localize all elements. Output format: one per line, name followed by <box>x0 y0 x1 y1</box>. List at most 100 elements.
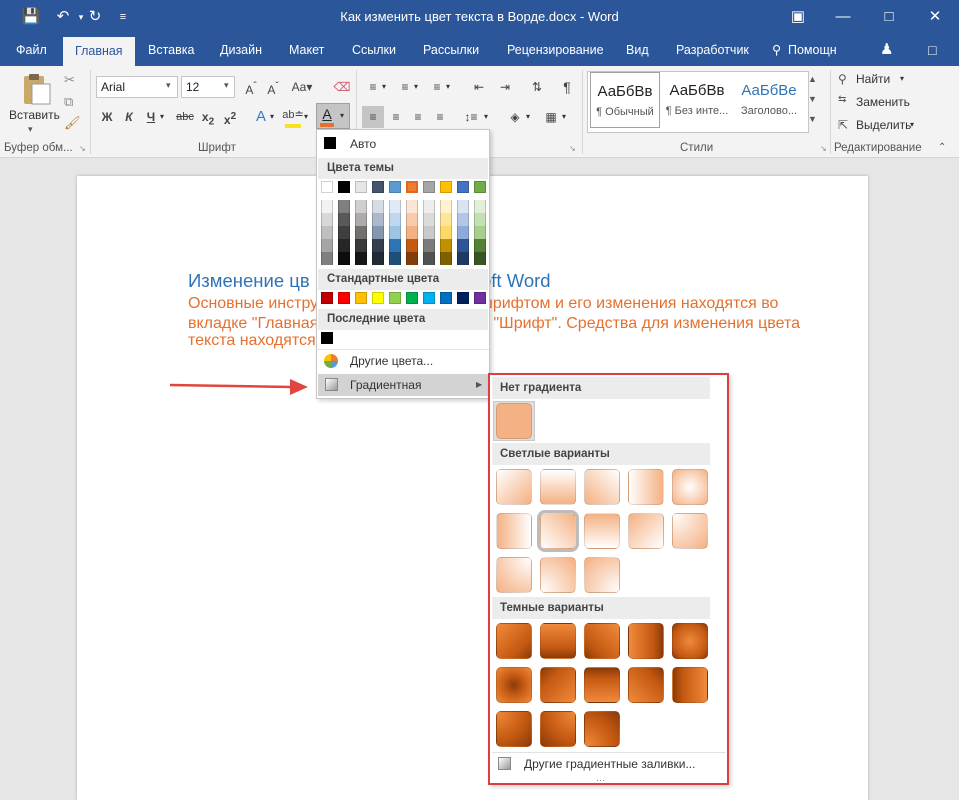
theme-color-swatch[interactable] <box>338 181 350 193</box>
subscript-icon[interactable]: x2 <box>197 106 219 128</box>
theme-shade-swatch[interactable] <box>389 200 401 213</box>
styles-scroll-up-icon[interactable]: ▲ <box>808 74 817 84</box>
theme-color-swatch[interactable] <box>372 181 384 193</box>
text-effects-dropdown-icon[interactable]: ▾ <box>270 112 274 121</box>
borders-dropdown-icon[interactable]: ▾ <box>562 112 566 121</box>
light-gradient-swatch[interactable] <box>584 557 620 593</box>
font-size-dropdown-icon[interactable]: ▾ <box>224 80 229 91</box>
justify-icon[interactable]: ≡ <box>429 106 451 128</box>
theme-shade-swatch[interactable] <box>372 239 384 252</box>
shading-icon[interactable]: ◈ <box>504 106 526 128</box>
light-gradient-swatch[interactable] <box>540 469 576 505</box>
theme-shade-swatch[interactable] <box>423 252 435 265</box>
select-button[interactable]: Выделить <box>856 118 911 132</box>
theme-shade-swatch[interactable] <box>389 226 401 239</box>
theme-shade-swatch[interactable] <box>372 252 384 265</box>
bold-icon[interactable]: Ж <box>96 106 118 128</box>
paste-button[interactable]: Вставить <box>9 108 60 122</box>
theme-shade-swatch[interactable] <box>423 239 435 252</box>
theme-shade-swatch[interactable] <box>474 252 486 265</box>
tab-review[interactable]: Рецензирование <box>507 36 604 66</box>
light-gradient-swatch[interactable] <box>496 557 532 593</box>
paste-dropdown-icon[interactable]: ▾ <box>28 124 33 135</box>
tab-home[interactable]: Главная <box>63 37 135 66</box>
theme-shade-swatch[interactable] <box>321 213 333 226</box>
theme-shade-swatch[interactable] <box>321 252 333 265</box>
theme-shade-swatch[interactable] <box>457 252 469 265</box>
document-line[interactable]: текста находятся <box>188 332 316 350</box>
theme-shade-swatch[interactable] <box>355 213 367 226</box>
paragraph-launcher-icon[interactable]: ↘ <box>569 144 576 153</box>
theme-shade-swatch[interactable] <box>355 226 367 239</box>
theme-shade-swatch[interactable] <box>372 200 384 213</box>
tab-design[interactable]: Дизайн <box>220 36 262 66</box>
document-line[interactable]: шрифтом и его изменения находятся во <box>480 295 778 313</box>
standard-color-swatch[interactable] <box>321 292 333 304</box>
style-normal[interactable]: АаБбВв ¶ Обычный <box>590 72 660 128</box>
comments-icon[interactable]: □ <box>928 36 936 66</box>
italic-icon[interactable]: К <box>118 106 140 128</box>
align-right-icon[interactable]: ≡ <box>407 106 429 128</box>
standard-color-swatch[interactable] <box>457 292 469 304</box>
find-icon[interactable]: ⚲ <box>838 72 847 86</box>
tab-file[interactable]: Файл <box>16 36 47 66</box>
grow-font-icon[interactable]: Aˆ <box>240 76 262 98</box>
theme-shade-swatch[interactable] <box>355 239 367 252</box>
standard-color-swatch[interactable] <box>355 292 367 304</box>
theme-shade-swatch[interactable] <box>338 252 350 265</box>
more-gradients-item[interactable]: Другие градиентные заливки... <box>498 752 718 776</box>
paste-icon[interactable] <box>16 74 56 106</box>
line-spacing-icon[interactable]: ↕≡ <box>460 106 482 128</box>
dark-gradient-swatch[interactable] <box>540 667 576 703</box>
shading-dropdown-icon[interactable]: ▾ <box>526 112 530 121</box>
standard-color-swatch[interactable] <box>474 292 486 304</box>
clear-formatting-icon[interactable]: ⌫ <box>331 76 353 98</box>
dark-gradient-swatch[interactable] <box>496 711 532 747</box>
underline-dropdown-icon[interactable]: ▾ <box>160 112 164 121</box>
text-effects-icon[interactable]: A <box>250 106 272 128</box>
theme-shade-swatch[interactable] <box>457 200 469 213</box>
more-colors-item[interactable]: Другие цвета... <box>318 350 488 372</box>
gradient-item[interactable]: Градиентная ▶ <box>318 374 488 396</box>
theme-shade-swatch[interactable] <box>406 252 418 265</box>
clipboard-launcher-icon[interactable]: ↘ <box>79 144 86 153</box>
highlight-icon[interactable]: ab≐ <box>282 104 304 126</box>
select-icon[interactable]: ⇱ <box>838 118 848 132</box>
theme-shade-swatch[interactable] <box>372 213 384 226</box>
auto-color-item[interactable] <box>317 131 489 157</box>
theme-shade-swatch[interactable] <box>423 213 435 226</box>
theme-shade-swatch[interactable] <box>389 252 401 265</box>
light-gradient-swatch[interactable] <box>628 513 664 549</box>
theme-color-swatch[interactable] <box>405 180 419 194</box>
dark-gradient-swatch[interactable] <box>540 711 576 747</box>
decrease-indent-icon[interactable]: ⇤ <box>468 76 490 98</box>
minimize-button[interactable]: — <box>828 5 858 29</box>
document-heading-tail[interactable]: oft Word <box>481 270 551 292</box>
dark-gradient-swatch[interactable] <box>672 667 708 703</box>
theme-color-swatch[interactable] <box>321 181 333 193</box>
light-gradient-swatch[interactable] <box>584 513 620 549</box>
theme-shade-swatch[interactable] <box>440 252 452 265</box>
highlight-dropdown-icon[interactable]: ▾ <box>304 112 308 121</box>
styles-scroll-down-icon[interactable]: ▼ <box>808 94 817 104</box>
tab-references[interactable]: Ссылки <box>352 36 396 66</box>
standard-color-swatch[interactable] <box>440 292 452 304</box>
close-button[interactable]: ✕ <box>920 5 950 29</box>
light-gradient-swatch[interactable] <box>672 513 708 549</box>
recent-color-swatch[interactable] <box>321 332 333 344</box>
theme-shade-swatch[interactable] <box>457 239 469 252</box>
strikethrough-icon[interactable]: abc <box>174 106 196 128</box>
theme-color-swatch[interactable] <box>440 181 452 193</box>
light-gradient-swatch[interactable] <box>496 513 532 549</box>
theme-shade-swatch[interactable] <box>474 213 486 226</box>
theme-color-swatch[interactable] <box>423 181 435 193</box>
select-dropdown-icon[interactable]: ▾ <box>910 120 914 129</box>
standard-color-swatch[interactable] <box>338 292 350 304</box>
tab-layout[interactable]: Макет <box>289 36 324 66</box>
theme-shade-swatch[interactable] <box>406 200 418 213</box>
maximize-button[interactable]: □ <box>874 5 904 29</box>
document-line[interactable]: е "Шрифт". Средства для изменения цвета <box>480 315 800 333</box>
light-gradient-swatch[interactable] <box>628 469 664 505</box>
numbering-dropdown-icon[interactable]: ▾ <box>414 82 418 91</box>
theme-shade-swatch[interactable] <box>355 200 367 213</box>
